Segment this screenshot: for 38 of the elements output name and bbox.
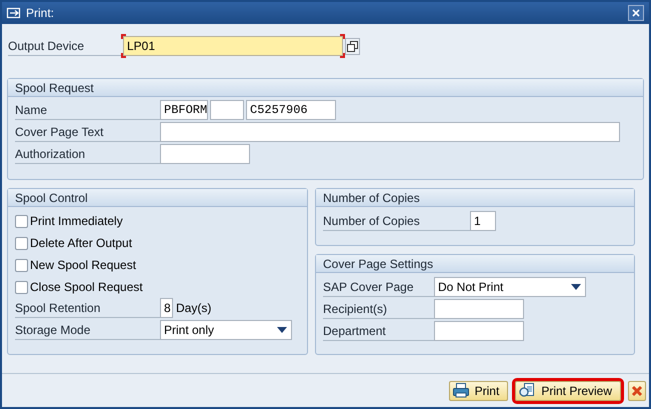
dialog-icon — [6, 6, 22, 20]
close-button[interactable] — [628, 5, 644, 21]
input-field[interactable]: PBFORM — [160, 100, 208, 120]
checkbox-label: Print Immediately — [30, 213, 123, 230]
input-field[interactable]: C5257906 — [246, 100, 336, 120]
printer-icon — [452, 383, 469, 398]
value-help-button[interactable] — [345, 38, 360, 55]
checkbox-label: New Spool Request — [30, 257, 136, 274]
group-title: Cover Page Settings — [316, 255, 634, 273]
copy-icon — [347, 41, 358, 52]
checkbox[interactable] — [15, 236, 28, 250]
checkbox[interactable] — [15, 214, 28, 228]
document-magnifier-icon — [519, 383, 536, 398]
checkbox[interactable] — [15, 280, 28, 294]
print-button[interactable]: Print — [448, 380, 508, 400]
input-field[interactable]: 8 — [160, 298, 173, 318]
input-field[interactable] — [434, 299, 524, 319]
cancel-icon — [631, 384, 643, 396]
input-field[interactable] — [434, 321, 524, 341]
caret-icon — [571, 284, 581, 290]
caret-icon — [277, 327, 287, 333]
close-icon — [631, 8, 641, 18]
output-device-field[interactable]: LP01 — [123, 36, 343, 56]
group-title: Number of Copies — [316, 189, 634, 207]
group-title: Spool Request — [8, 79, 643, 97]
window-title: Print: — [26, 5, 54, 22]
input-field[interactable] — [160, 144, 250, 164]
checkbox-label: Close Spool Request — [30, 279, 143, 296]
checkbox-label: Delete After Output — [30, 235, 132, 252]
cancel-button[interactable] — [628, 380, 646, 400]
input-field[interactable] — [210, 100, 244, 120]
checkbox[interactable] — [15, 258, 28, 272]
storage-mode-dropdown[interactable]: Print only — [160, 320, 292, 340]
input-field[interactable]: 1 — [470, 211, 496, 231]
group-title: Spool Control — [8, 189, 307, 207]
cover-page-dropdown[interactable]: Do Not Print — [434, 277, 586, 297]
unit-label: Day(s) — [176, 300, 212, 317]
input-field[interactable] — [160, 122, 620, 142]
